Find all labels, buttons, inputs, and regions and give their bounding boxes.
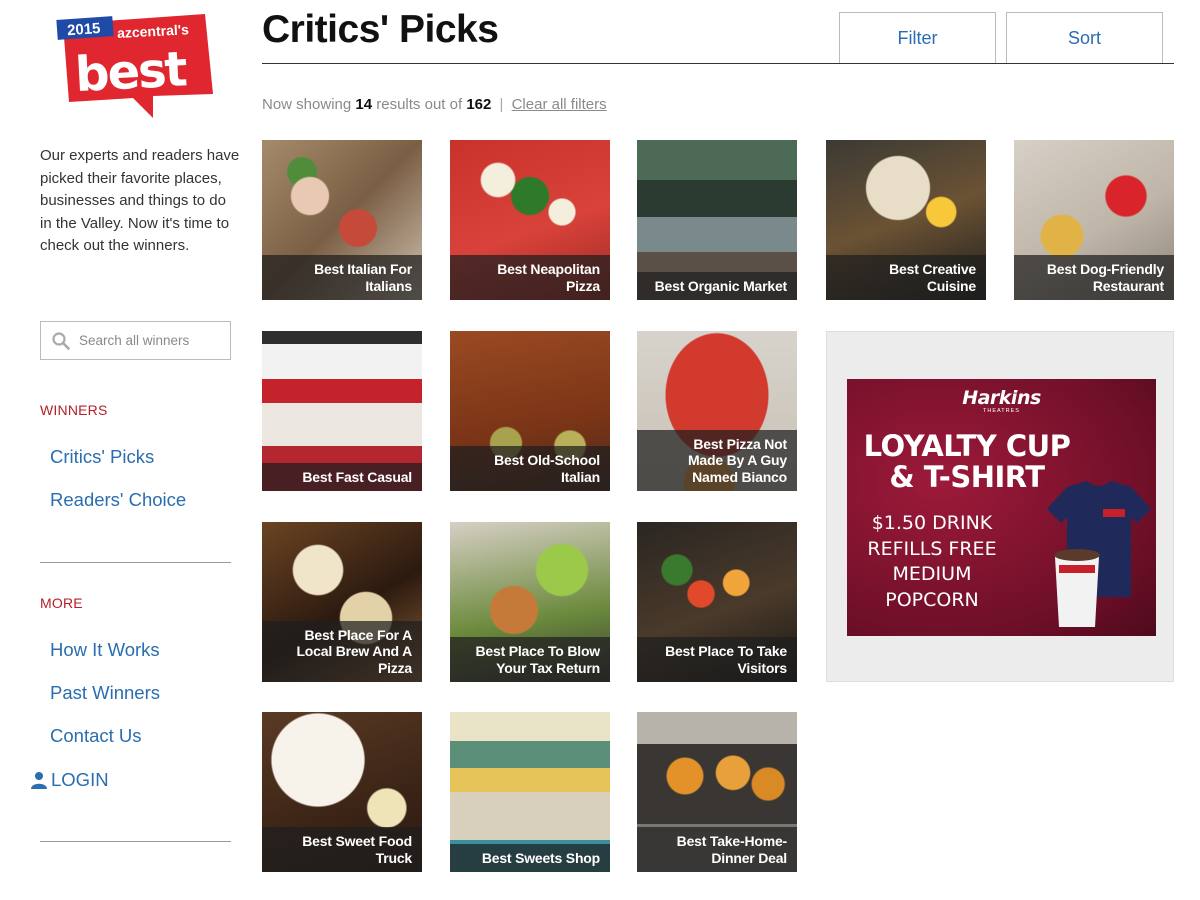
tile-best-italian-for-italians[interactable]: Best Italian For Italians [262, 140, 422, 300]
tile-caption: Best Sweets Shop [450, 843, 610, 872]
tile-caption: Best Neapolitan Pizza [450, 255, 610, 300]
page-title: Critics' Picks [262, 8, 499, 51]
more-heading: MORE [40, 595, 83, 611]
logo-graphic: 2015 azcentral's best [56, 14, 213, 118]
tile-caption: Best Place For A Local Brew And A Pizza [262, 620, 422, 682]
user-icon [31, 772, 47, 789]
filter-button[interactable]: Filter [839, 12, 996, 64]
results-separator: | [499, 96, 504, 113]
tile-caption: Best Pizza Not Made By A Guy Named Bianc… [637, 429, 797, 491]
nav-readers-choice[interactable]: Readers' Choice [50, 489, 186, 511]
search-box[interactable] [40, 321, 231, 360]
tile-caption: Best Place To Take Visitors [637, 637, 797, 682]
tile-best-local-brew-and-pizza[interactable]: Best Place For A Local Brew And A Pizza [262, 522, 422, 682]
tshirt-and-cup-image [1047, 481, 1151, 627]
tile-best-dog-friendly-restaurant[interactable]: Best Dog-Friendly Restaurant [1014, 140, 1174, 300]
ad-brand: Harkins [962, 387, 1041, 409]
ad-brand-sub: THEATRES [983, 408, 1020, 414]
tile-best-creative-cuisine[interactable]: Best Creative Cuisine [826, 140, 986, 300]
nav-contact-us[interactable]: Contact Us [50, 725, 142, 747]
tile-best-organic-market[interactable]: Best Organic Market [637, 140, 797, 300]
results-total-count: 162 [466, 96, 492, 113]
tile-caption: Best Place To Blow Your Tax Return [450, 637, 610, 682]
winners-heading: WINNERS [40, 402, 108, 418]
login-label: LOGIN [51, 769, 109, 790]
tile-best-place-to-take-visitors[interactable]: Best Place To Take Visitors [637, 522, 797, 682]
tile-best-sweet-food-truck[interactable]: Best Sweet Food Truck [262, 712, 422, 872]
tile-best-place-to-blow-tax-return[interactable]: Best Place To Blow Your Tax Return [450, 522, 610, 682]
tile-caption: Best Fast Casual [262, 462, 422, 491]
search-input[interactable] [79, 333, 229, 348]
login-link[interactable]: LOGIN [30, 769, 109, 791]
results-summary: Now showing 14 results out of 162 | Clea… [262, 96, 607, 113]
nav-critics-picks[interactable]: Critics' Picks [50, 446, 154, 468]
logo-best: best [74, 41, 188, 103]
tile-caption: Best Italian For Italians [262, 255, 422, 300]
sidebar-divider [40, 562, 231, 563]
ad-headline: LOYALTY CUP & T-SHIRT [863, 429, 1071, 494]
azcentral-best-logo[interactable]: 2015 azcentral's best [55, 10, 220, 120]
tile-caption: Best Creative Cuisine [826, 255, 986, 300]
results-middle: results out of [376, 96, 463, 113]
tile-caption: Best Take-Home- Dinner Deal [637, 827, 797, 872]
results-prefix: Now showing [262, 96, 352, 113]
ad-offer: $1.50 DRINK REFILLS FREE MEDIUM POPCORN [867, 512, 997, 611]
nav-how-it-works[interactable]: How It Works [50, 639, 160, 661]
tile-caption: Best Old-School Italian [450, 446, 610, 491]
sidebar-bottom-divider [40, 841, 231, 842]
tile-best-neapolitan-pizza[interactable]: Best Neapolitan Pizza [450, 140, 610, 300]
tile-caption: Best Sweet Food Truck [262, 827, 422, 872]
tile-best-take-home-dinner-deal[interactable]: Best Take-Home- Dinner Deal [637, 712, 797, 872]
results-shown-count: 14 [355, 96, 373, 113]
tile-best-old-school-italian[interactable]: Best Old-School Italian [450, 331, 610, 491]
ad-banner: Harkins THEATRES LOYALTY CUP & T-SHIRT $… [847, 379, 1156, 636]
clear-filters-link[interactable]: Clear all filters [512, 96, 607, 113]
sort-button[interactable]: Sort [1006, 12, 1163, 64]
tile-caption: Best Organic Market [637, 271, 797, 300]
logo-year: 2015 [67, 20, 101, 39]
intro-text: Our experts and readers have picked thei… [40, 147, 240, 255]
magnifier-icon [52, 331, 70, 350]
header-divider [262, 63, 1174, 64]
tile-best-fast-casual[interactable]: Best Fast Casual [262, 331, 422, 491]
tile-best-pizza-not-bianco[interactable]: Best Pizza Not Made By A Guy Named Bianc… [637, 331, 797, 491]
tile-best-sweets-shop[interactable]: Best Sweets Shop [450, 712, 610, 872]
harkins-ad[interactable]: Harkins THEATRES LOYALTY CUP & T-SHIRT $… [826, 331, 1174, 682]
nav-past-winners[interactable]: Past Winners [50, 682, 160, 704]
tile-caption: Best Dog-Friendly Restaurant [1014, 255, 1174, 300]
